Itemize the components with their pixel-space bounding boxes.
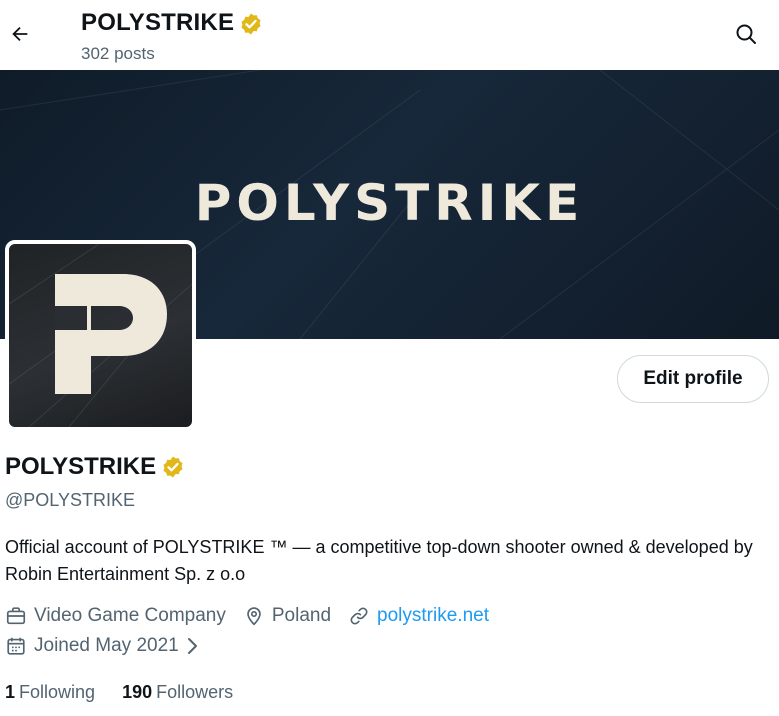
followers-label: Followers xyxy=(156,682,234,702)
following-count: 1 xyxy=(5,682,16,702)
avatar-logo-icon xyxy=(9,244,192,427)
verified-badge-icon xyxy=(241,13,261,35)
arrow-left-icon xyxy=(12,26,28,42)
website-link[interactable]: polystrike.net xyxy=(377,605,489,627)
chevron-right-icon xyxy=(185,637,206,655)
header-title: POLYSTRIKE xyxy=(81,9,263,37)
location-pin-icon xyxy=(247,607,261,626)
search-button[interactable] xyxy=(726,16,766,52)
location-text: Poland xyxy=(271,605,332,626)
header-name: POLYSTRIKE xyxy=(81,9,235,36)
briefcase-icon xyxy=(6,607,26,625)
category-text: Video Game Company xyxy=(34,605,226,626)
profile-avatar[interactable] xyxy=(5,240,196,431)
profile-handle: @POLYSTRIKE xyxy=(5,490,135,510)
profile-name: POLYSTRIKE xyxy=(5,453,157,480)
profile-joined-row: Joined May 2021 xyxy=(5,635,223,657)
followers-count: 190 xyxy=(122,682,153,702)
following-link[interactable]: 1 Following xyxy=(5,682,95,703)
top-bar: POLYSTRIKE 302 posts xyxy=(0,0,779,70)
joined-text: Joined May 2021 xyxy=(34,635,179,656)
posts-count: 302 posts xyxy=(81,44,155,63)
edit-profile-button[interactable]: Edit profile xyxy=(617,355,769,403)
follow-stats: 1 Following 190 Followers xyxy=(5,682,260,703)
verified-badge-icon[interactable] xyxy=(161,455,185,479)
profile-location: Poland xyxy=(243,605,331,627)
back-button[interactable] xyxy=(4,14,36,54)
followers-link[interactable]: 190 Followers xyxy=(122,682,233,703)
profile-display-name: POLYSTRIKE xyxy=(5,453,185,481)
profile-meta-row: Video Game Company Poland polystrike.net xyxy=(5,605,506,627)
profile-bio: Official account of POLYSTRIKE ™ — a com… xyxy=(5,537,753,584)
profile-website[interactable]: polystrike.net xyxy=(348,605,489,627)
following-label: Following xyxy=(19,682,96,702)
search-icon xyxy=(736,24,756,44)
banner-logo-text: POLYSTRIKE xyxy=(194,174,585,232)
profile-joined[interactable]: Joined May 2021 xyxy=(5,635,206,657)
profile-category: Video Game Company xyxy=(5,605,226,627)
calendar-icon xyxy=(7,637,25,655)
link-icon xyxy=(350,607,368,625)
